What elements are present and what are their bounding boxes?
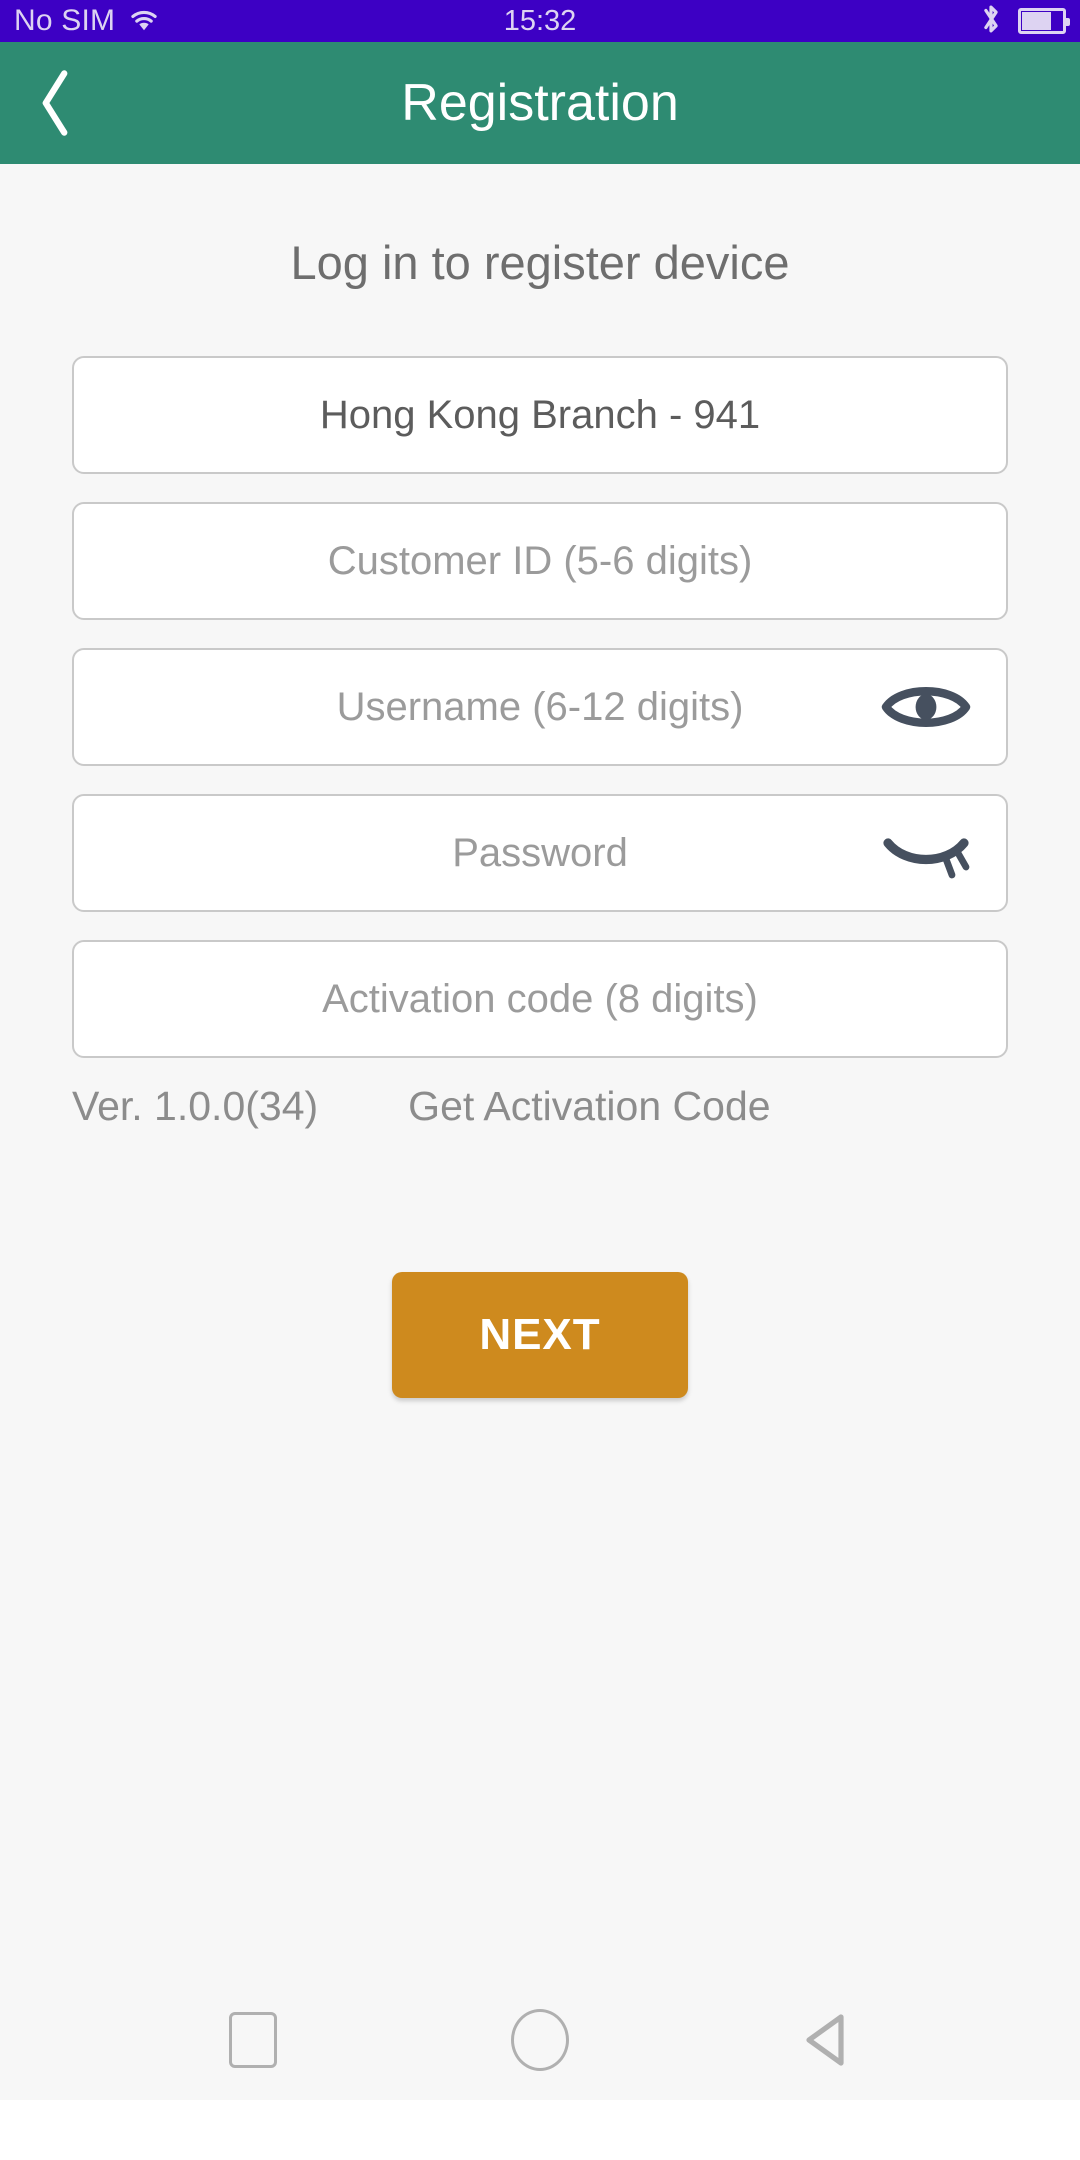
- meta-row: Ver. 1.0.0(34) Get Activation Code: [0, 1086, 1080, 1127]
- battery-level-fill: [1022, 12, 1051, 30]
- username-visibility-toggle[interactable]: [876, 650, 976, 764]
- next-button-container: NEXT: [0, 1272, 1080, 1398]
- status-bar-right: [978, 2, 1070, 41]
- chevron-left-icon: [42, 70, 68, 136]
- customer-id-input[interactable]: Customer ID (5-6 digits): [72, 502, 1008, 620]
- back-button[interactable]: [0, 42, 110, 164]
- android-navigation-bar: [0, 1980, 1080, 2100]
- activation-code-input[interactable]: Activation code (8 digits): [72, 940, 1008, 1058]
- customer-id-placeholder: Customer ID (5-6 digits): [327, 539, 753, 583]
- bluetooth-icon: [978, 2, 1004, 41]
- next-button[interactable]: NEXT: [392, 1272, 688, 1398]
- version-label: Ver. 1.0.0(34): [72, 1083, 319, 1129]
- eye-hidden-icon: [883, 838, 970, 879]
- sim-status-label: No SIM: [14, 4, 116, 37]
- main-content: Log in to register device Hong Kong Bran…: [0, 164, 1080, 2100]
- eye-visible-icon: [881, 687, 971, 727]
- triangle-left-icon: [806, 2014, 844, 2066]
- registration-form: Hong Kong Branch - 941 Customer ID (5-6 …: [0, 356, 1080, 1058]
- password-visibility-toggle[interactable]: [876, 796, 976, 910]
- home-button[interactable]: [480, 1980, 600, 2100]
- page-title: Registration: [401, 74, 679, 132]
- username-input[interactable]: Username (6-12 digits): [72, 648, 1008, 766]
- form-heading: Log in to register device: [290, 236, 790, 289]
- status-bar-left: No SIM: [14, 4, 163, 39]
- system-back-button[interactable]: [767, 1980, 887, 2100]
- username-placeholder: Username (6-12 digits): [336, 685, 744, 729]
- recents-button[interactable]: [193, 1980, 313, 2100]
- app-bar: Registration: [0, 42, 1080, 164]
- get-activation-code-link[interactable]: Get Activation Code: [408, 1086, 770, 1127]
- password-placeholder: Password: [452, 831, 628, 875]
- status-bar: No SIM 15:32: [0, 0, 1080, 42]
- password-input[interactable]: Password: [72, 794, 1008, 912]
- circle-icon: [510, 2009, 569, 2071]
- battery-icon: [1018, 8, 1070, 34]
- wifi-icon: [125, 4, 163, 39]
- branch-select-value: Hong Kong Branch - 941: [319, 393, 761, 437]
- activation-code-placeholder: Activation code (8 digits): [322, 977, 758, 1021]
- branch-select-field[interactable]: Hong Kong Branch - 941: [72, 356, 1008, 474]
- square-icon: [229, 2012, 278, 2068]
